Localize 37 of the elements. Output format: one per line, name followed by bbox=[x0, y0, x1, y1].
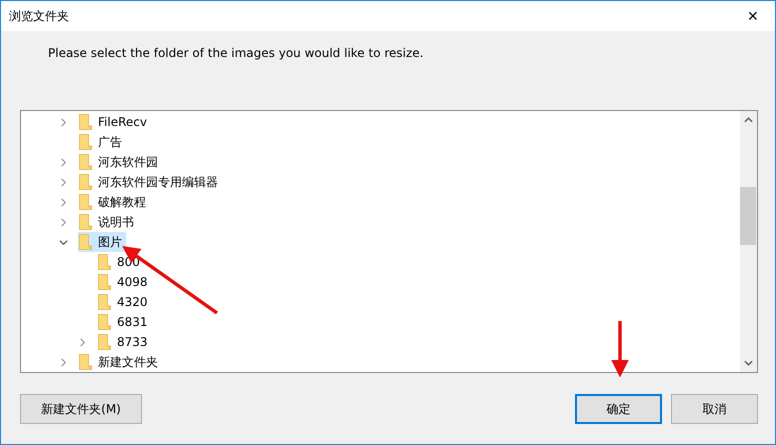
annotation-arrow bbox=[611, 321, 629, 378]
folder-item[interactable]: 6831 bbox=[97, 312, 152, 332]
folder-item[interactable]: 说明书 bbox=[78, 212, 138, 232]
scrollbar[interactable] bbox=[740, 111, 757, 372]
chevron-icon[interactable] bbox=[59, 238, 68, 246]
folder-item[interactable]: 破解教程 bbox=[78, 192, 150, 212]
folder-icon bbox=[79, 114, 92, 130]
folder-icon bbox=[98, 314, 111, 330]
folder-icon bbox=[79, 154, 92, 170]
folder-item[interactable]: 4098 bbox=[97, 272, 152, 292]
new-folder-button[interactable]: 新建文件夹(M) bbox=[20, 394, 142, 424]
folder-item[interactable]: 4320 bbox=[97, 292, 152, 312]
instruction-text: Please select the folder of the images you would like to resize. bbox=[48, 46, 424, 60]
folder-icon bbox=[79, 234, 92, 250]
ok-button[interactable]: 确定 bbox=[575, 394, 662, 424]
folder-icon bbox=[79, 214, 92, 230]
close-button[interactable]: ✕ bbox=[731, 1, 775, 31]
folder-item[interactable]: 8733 bbox=[97, 332, 152, 352]
folder-icon bbox=[79, 134, 92, 150]
scrollbar-thumb[interactable] bbox=[740, 187, 756, 245]
cancel-button[interactable]: 取消 bbox=[671, 394, 758, 424]
folder-icon bbox=[79, 354, 92, 370]
folder-icon bbox=[98, 254, 111, 270]
folder-icon bbox=[98, 334, 111, 350]
folder-item[interactable]: 新建文件夹 bbox=[78, 352, 162, 372]
scroll-down-icon[interactable] bbox=[744, 359, 753, 367]
folder-item[interactable]: FileRecv bbox=[78, 112, 151, 132]
folder-icon bbox=[98, 294, 111, 310]
folder-icon bbox=[98, 274, 111, 290]
window-title: 浏览文件夹 bbox=[9, 8, 69, 24]
folder-item[interactable]: 河东软件园专用编辑器 bbox=[78, 172, 222, 192]
folder-icon bbox=[79, 194, 92, 210]
folder-item[interactable]: 广告 bbox=[78, 132, 126, 152]
folder-item[interactable]: 河东软件园 bbox=[78, 152, 162, 172]
folder-item[interactable]: 图片 bbox=[78, 232, 126, 252]
folder-icon bbox=[79, 174, 92, 190]
scroll-up-icon[interactable] bbox=[744, 116, 753, 124]
